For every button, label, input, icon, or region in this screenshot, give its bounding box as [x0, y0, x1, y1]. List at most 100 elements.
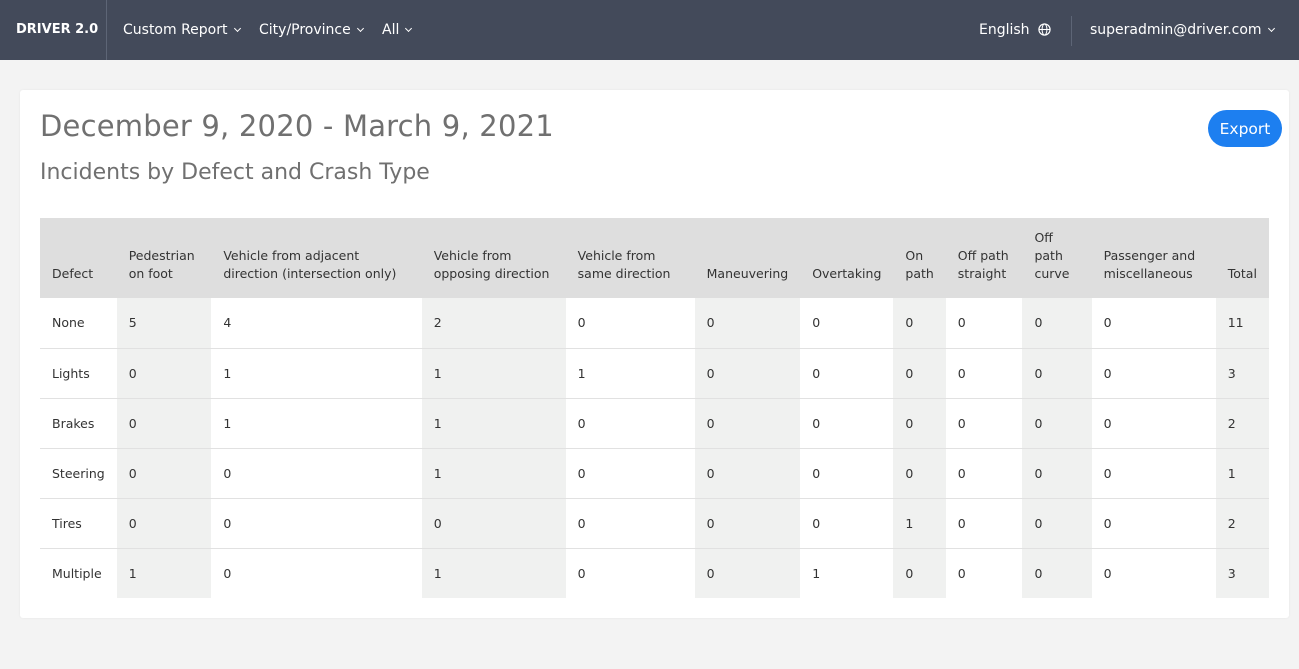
chevron-down-icon	[233, 24, 241, 33]
column-header: Overtaking	[800, 218, 894, 298]
count-cell: 0	[893, 447, 946, 498]
count-cell: 0	[694, 397, 801, 448]
count-cell: 0	[957, 315, 966, 331]
count-cell: 1	[1215, 447, 1269, 498]
defect-cell: Steering	[40, 447, 117, 498]
count-cell: 0	[893, 298, 946, 348]
defect-cell: Brakes	[40, 397, 117, 448]
count-cell: 0	[116, 497, 212, 548]
language-label: English	[979, 22, 1030, 38]
filter-all-dropdown[interactable]: All	[382, 0, 413, 60]
defect-cell: None	[52, 315, 85, 331]
count-cell: 0	[893, 547, 946, 598]
count-cell: 0	[1103, 315, 1112, 331]
custom-report-dropdown[interactable]: Custom Report	[123, 0, 241, 60]
city-province-label: City/Province	[259, 22, 351, 38]
count-cell: 0	[577, 315, 586, 331]
count-cell: 0	[1091, 347, 1216, 398]
count-cell: 0	[694, 497, 801, 548]
defect-cell: Lights	[40, 347, 117, 398]
count-cell: 0	[694, 298, 801, 348]
count-cell: 0	[1022, 497, 1092, 548]
count-cell: 0	[800, 347, 894, 398]
count-cell: 0	[1091, 397, 1216, 448]
count-cell: 3	[1215, 347, 1269, 398]
count-cell: 1	[211, 347, 422, 398]
count-cell: 0	[565, 547, 695, 598]
count-cell: 0	[800, 497, 894, 548]
count-cell: 1	[211, 397, 422, 448]
count-cell: 0	[1091, 447, 1216, 498]
column-header: Off path curve	[1022, 218, 1092, 298]
column-header: Passenger and miscellaneous	[1091, 218, 1216, 298]
count-cell: 0	[211, 497, 422, 548]
count-cell: 0	[893, 397, 946, 448]
column-header: On path	[893, 218, 946, 298]
column-header: Vehicle from adjacent direction (interse…	[211, 218, 422, 298]
count-cell: 0	[945, 497, 1023, 548]
filter-all-label: All	[382, 22, 400, 38]
report-title: Incidents by Defect and Crash Type	[40, 160, 430, 185]
navbar-divider	[1071, 16, 1072, 46]
count-cell: 0	[565, 397, 695, 448]
table-row: Lights 0 1 1 1 0 0 0 0 0 0 3	[40, 347, 1269, 398]
count-cell: 1	[421, 447, 566, 498]
custom-report-label: Custom Report	[123, 22, 228, 38]
defect-cell: Tires	[40, 497, 117, 548]
count-cell: 0	[565, 447, 695, 498]
count-cell: 1	[565, 347, 695, 398]
column-header: Defect	[40, 218, 117, 298]
count-cell: 0	[1022, 298, 1092, 348]
user-email: superadmin@driver.com	[1090, 22, 1262, 38]
column-header: Total	[1215, 218, 1269, 298]
chevron-down-icon	[1267, 24, 1275, 33]
column-header: Vehicle from same direction	[565, 218, 695, 298]
column-header: Vehicle from opposing direction	[421, 218, 566, 298]
table-row: Tires 0 0 0 0 0 0 1 0 0 0 2	[40, 497, 1269, 548]
count-cell: 0	[211, 547, 422, 598]
count-cell: 1	[116, 547, 212, 598]
report-table: Defect Pedestrian on foot Vehicle from a…	[40, 218, 1269, 598]
table-row: Steering 0 0 1 0 0 0 0 0 0 0 1	[40, 447, 1269, 498]
count-cell: 0	[565, 497, 695, 548]
brand-logo[interactable]: DRIVER 2.0	[0, 0, 107, 60]
export-button[interactable]: Export	[1208, 110, 1282, 147]
column-header: Off path straight	[945, 218, 1023, 298]
report-card: December 9, 2020 - March 9, 2021 Inciden…	[20, 90, 1289, 618]
count-cell: 5	[116, 298, 212, 348]
count-cell: 0	[694, 547, 801, 598]
count-cell: 1	[800, 547, 894, 598]
count-cell: 0	[800, 447, 894, 498]
table-body: None 5 4 2 0 0 0 0 0 0 0 11 Lights 0 1 1 1 0 0 0 0 0 0 3 Brakes 0…	[40, 298, 1269, 598]
count-cell: 0	[800, 397, 894, 448]
language-selector[interactable]: English	[979, 0, 1051, 60]
table-row: Multiple 1 0 1 0 0 1 0 0 0 0 3	[40, 547, 1269, 598]
count-cell: 2	[421, 298, 566, 348]
count-cell: 0	[945, 447, 1023, 498]
city-province-dropdown[interactable]: City/Province	[259, 0, 364, 60]
count-cell: 0	[1022, 447, 1092, 498]
table-header-row: Defect Pedestrian on foot Vehicle from a…	[40, 218, 1269, 298]
globe-icon	[1037, 23, 1051, 36]
count-cell: 0	[945, 347, 1023, 398]
count-cell: 2	[1215, 397, 1269, 448]
count-cell: 1	[421, 547, 566, 598]
count-cell: 0	[945, 397, 1023, 448]
count-cell: 1	[421, 397, 566, 448]
count-cell: 0	[812, 315, 821, 331]
count-cell: 0	[211, 447, 422, 498]
count-cell: 0	[116, 447, 212, 498]
table-row: Brakes 0 1 1 0 0 0 0 0 0 0 2	[40, 397, 1269, 448]
user-menu-dropdown[interactable]: superadmin@driver.com	[1090, 0, 1275, 60]
count-cell: 2	[1215, 497, 1269, 548]
top-navbar: DRIVER 2.0 Custom Report City/Province A…	[0, 0, 1299, 60]
count-cell: 0	[694, 447, 801, 498]
count-cell: 0	[893, 347, 946, 398]
count-cell: 0	[1022, 397, 1092, 448]
count-cell: 0	[945, 547, 1023, 598]
chevron-down-icon	[405, 24, 413, 33]
column-header: Pedestrian on foot	[116, 218, 212, 298]
chevron-down-icon	[356, 24, 364, 33]
count-cell: 0	[116, 397, 212, 448]
count-cell: 1	[893, 497, 946, 548]
